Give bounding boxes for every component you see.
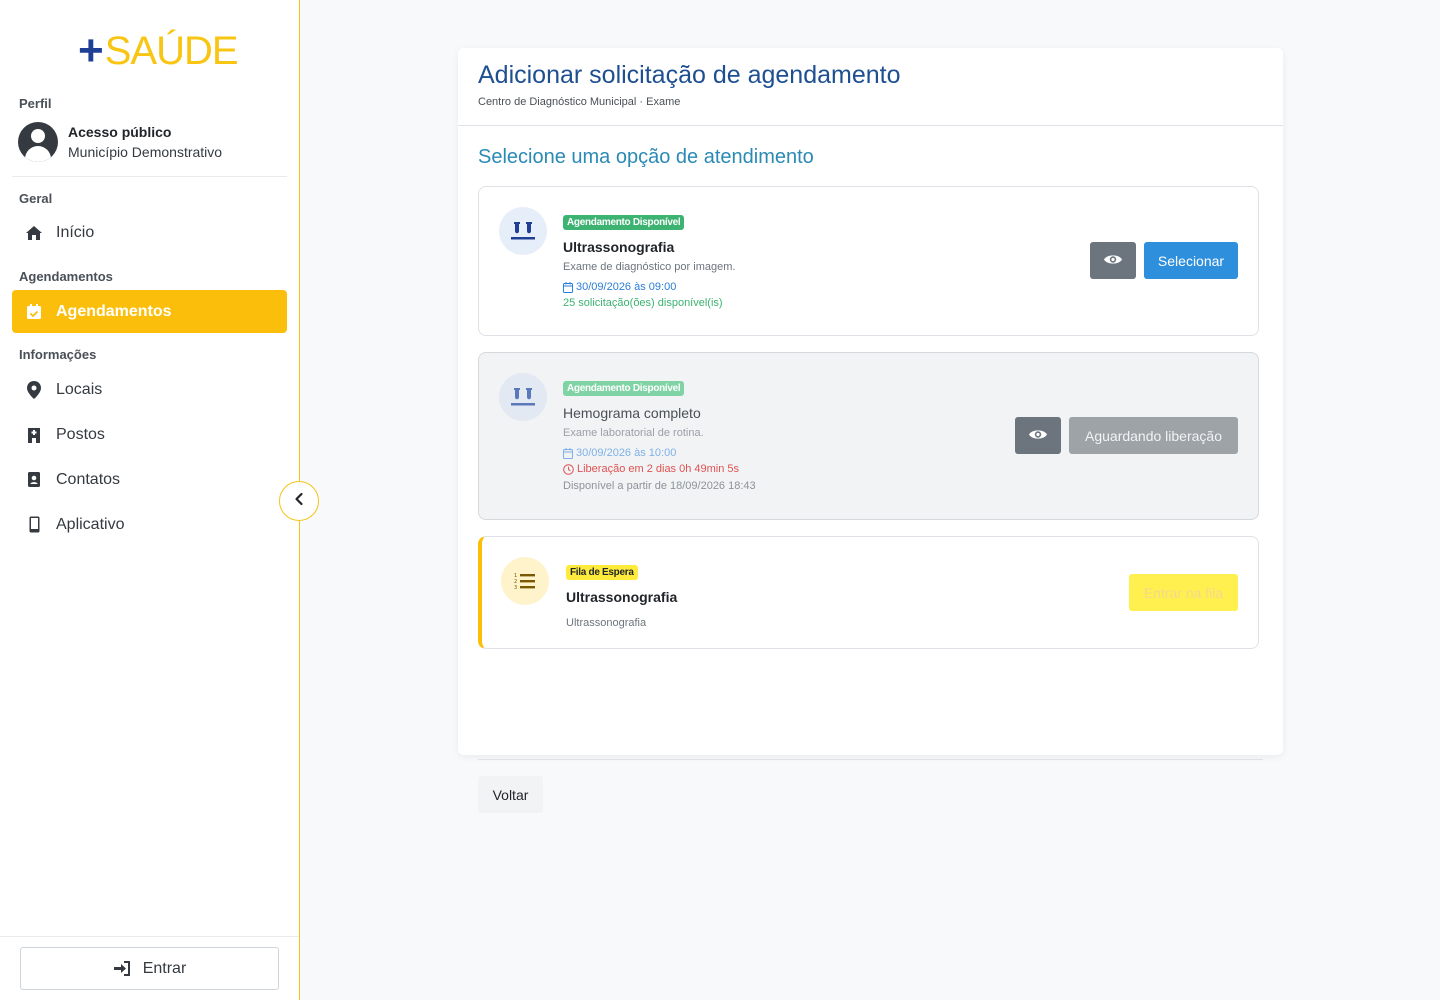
sign-in-icon (113, 961, 131, 976)
status-badge: Agendamento Disponível (563, 215, 685, 230)
select-button[interactable]: Selecionar (1144, 242, 1238, 279)
option-available-from: Disponível a partir de 18/09/2026 18:43 (563, 480, 756, 492)
profile-name: Acesso público (68, 124, 172, 140)
address-book-icon (25, 471, 43, 489)
home-icon (25, 224, 43, 242)
mobile-phone-icon (25, 516, 43, 534)
map-pin-icon (25, 380, 43, 399)
option-date-text: 30/09/2026 às 10:00 (576, 447, 677, 459)
eye-icon (1028, 428, 1048, 444)
calendar-icon (563, 447, 573, 459)
option-name: Hemograma completo (563, 405, 701, 421)
card-header: Adicionar solicitação de agendamento Cen… (458, 48, 1283, 126)
sidebar-item-label: Contatos (56, 470, 121, 488)
calendar-icon (563, 281, 573, 293)
back-button[interactable]: Voltar (478, 776, 543, 813)
option-availability: 25 solicitação(ões) disponível(is) (563, 297, 723, 309)
option-card-fila-espera: 123 Fila de Espera Ultrassonografia Ultr… (478, 536, 1259, 649)
agendamentos-section-label: Agendamentos (19, 269, 113, 284)
avatar-icon (18, 122, 58, 162)
option-description: Ultrassonografia (566, 617, 647, 629)
svg-text:3: 3 (514, 585, 517, 590)
select-option-title: Selecione uma opção de atendimento (478, 146, 814, 168)
option-name: Ultrassonografia (563, 239, 675, 255)
option-description: Exame laboratorial de rotina. (563, 427, 704, 439)
informacoes-section-label: Informações (19, 347, 97, 362)
sidebar-bottom-divider (0, 936, 299, 937)
chevron-left-icon (294, 492, 304, 511)
clock-icon (563, 463, 574, 475)
sidebar-item-label: Início (56, 223, 95, 241)
view-details-button[interactable] (1090, 242, 1136, 279)
status-badge: Fila de Espera (566, 565, 638, 580)
status-badge: Agendamento Disponível (563, 381, 685, 396)
sidebar-item-contatos[interactable]: Contatos (12, 458, 287, 501)
collapse-sidebar-button[interactable] (279, 481, 319, 521)
eye-icon (1103, 253, 1123, 269)
option-description: Exame de diagnóstico por imagem. (563, 261, 736, 273)
option-release-countdown: Liberação em 2 dias 0h 49min 5s (563, 463, 756, 475)
option-card-hemograma: Agendamento Disponível Hemograma complet… (478, 352, 1259, 520)
geral-section-label: Geral (19, 191, 53, 206)
login-label: Entrar (142, 959, 187, 977)
page-subtitle: Centro de Diagnóstico Municipal · Exame (478, 96, 681, 108)
join-queue-button[interactable]: Entrar na fila (1129, 574, 1238, 611)
option-card-ultrassonografia: Agendamento Disponível Ultrassonografia … (478, 186, 1259, 336)
option-date-text: 30/09/2026 às 09:00 (576, 281, 677, 293)
hospital-icon (25, 426, 43, 444)
sidebar-item-aplicativo[interactable]: Aplicativo (12, 503, 287, 546)
option-name: Ultrassonografia (566, 589, 678, 605)
profile-section-label: Perfil (19, 96, 52, 111)
sidebar-item-label: Agendamentos (56, 302, 172, 320)
option-date: 30/09/2026 às 09:00 (563, 281, 735, 293)
profile-city: Município Demonstrativo (68, 144, 223, 160)
sidebar: + SAÚDE Perfil Acesso público Município … (0, 0, 300, 1000)
awaiting-release-button[interactable]: Aguardando liberação (1069, 417, 1238, 454)
option-date: 30/09/2026 às 10:00 (563, 447, 756, 459)
sidebar-item-label: Postos (56, 425, 105, 443)
main-card: Adicionar solicitação de agendamento Cen… (458, 48, 1283, 813)
sidebar-item-label: Aplicativo (56, 515, 125, 533)
option-release-text: Liberação em 2 dias 0h 49min 5s (577, 463, 740, 475)
ordered-list-icon: 123 (501, 557, 549, 605)
calendar-check-icon (25, 303, 43, 321)
footer-divider (478, 759, 1263, 760)
test-tubes-icon (499, 373, 547, 421)
profile: Acesso público Município Demonstrativo (18, 122, 222, 162)
logo-plus: + (78, 26, 104, 75)
logo-text: SAÚDE (104, 29, 239, 73)
test-tubes-icon (499, 207, 547, 255)
view-details-button[interactable] (1015, 417, 1061, 454)
sidebar-divider (12, 176, 287, 177)
page-title: Adicionar solicitação de agendamento (478, 61, 901, 89)
sidebar-item-agendamentos[interactable]: Agendamentos (12, 290, 287, 333)
login-button[interactable]: Entrar (20, 947, 279, 990)
sidebar-item-locais[interactable]: Locais (12, 368, 287, 411)
sidebar-item-label: Locais (56, 380, 103, 398)
sidebar-item-inicio[interactable]: Início (12, 211, 287, 254)
sidebar-item-postos[interactable]: Postos (12, 413, 287, 456)
app-logo[interactable]: + SAÚDE (78, 26, 239, 75)
